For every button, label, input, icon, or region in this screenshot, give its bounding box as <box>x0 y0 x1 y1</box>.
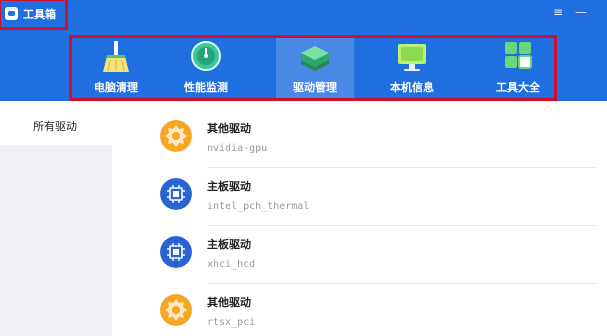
broom-icon <box>103 41 129 72</box>
driver-name: 其他驱动 <box>207 296 251 309</box>
list-item[interactable]: 主板驱动 intel_pch_thermal <box>112 159 597 217</box>
minimize-icon[interactable]: — <box>575 6 587 18</box>
driver-name: 主板驱动 <box>207 180 251 193</box>
menu-icon[interactable]: ≡ <box>553 6 563 18</box>
sidebar-item-label: 所有驱动 <box>33 120 77 133</box>
tab-label: 驱动管理 <box>293 81 337 94</box>
tab-label: 电脑清理 <box>94 81 138 94</box>
sidebar-background <box>0 145 112 336</box>
list-item[interactable]: 主板驱动 xhci_hcd <box>112 217 597 275</box>
sidebar: 所有驱动 <box>0 101 112 336</box>
list-item[interactable]: 其他驱动 rtsx_pci <box>112 275 597 333</box>
driver-device: intel_pch_thermal <box>207 201 310 212</box>
driver-list: 其他驱动 nvidia-gpu 主板驱动 intel_pch_thermal 主… <box>112 101 607 336</box>
tab-computer-cleanup[interactable]: 电脑清理 <box>77 38 155 98</box>
grid-apps-icon <box>505 42 532 69</box>
driver-name: 主板驱动 <box>207 238 251 251</box>
layers-icon <box>301 46 329 71</box>
chip-icon <box>160 178 192 210</box>
sidebar-item-all-drivers[interactable]: 所有驱动 <box>0 101 112 145</box>
tab-label: 本机信息 <box>390 81 434 94</box>
tab-performance-monitor[interactable]: 性能监测 <box>167 38 245 98</box>
gauge-icon <box>191 41 221 71</box>
monitor-icon <box>398 44 426 71</box>
tab-label: 性能监测 <box>184 81 228 94</box>
driver-device: xhci_hcd <box>207 259 256 270</box>
title-highlight: 工具箱 <box>0 0 68 30</box>
gear-icon <box>160 294 192 326</box>
header-bar: 工具箱 ≡ — 电脑清理 性能监测 驱动管理 本机信息 工具大全 <box>0 0 607 101</box>
tab-label: 工具大全 <box>496 81 540 94</box>
driver-device: rtsx_pci <box>207 317 256 328</box>
tab-driver-management[interactable]: 驱动管理 <box>276 38 354 98</box>
toolbox-icon <box>5 7 18 20</box>
tab-all-tools[interactable]: 工具大全 <box>479 38 557 98</box>
chip-icon <box>160 236 192 268</box>
driver-device: nvidia-gpu <box>207 143 268 154</box>
driver-name: 其他驱动 <box>207 122 251 135</box>
app-title: 工具箱 <box>23 8 56 21</box>
gear-icon <box>160 120 192 152</box>
list-item[interactable]: 其他驱动 nvidia-gpu <box>112 101 597 159</box>
tab-system-info[interactable]: 本机信息 <box>373 38 451 98</box>
